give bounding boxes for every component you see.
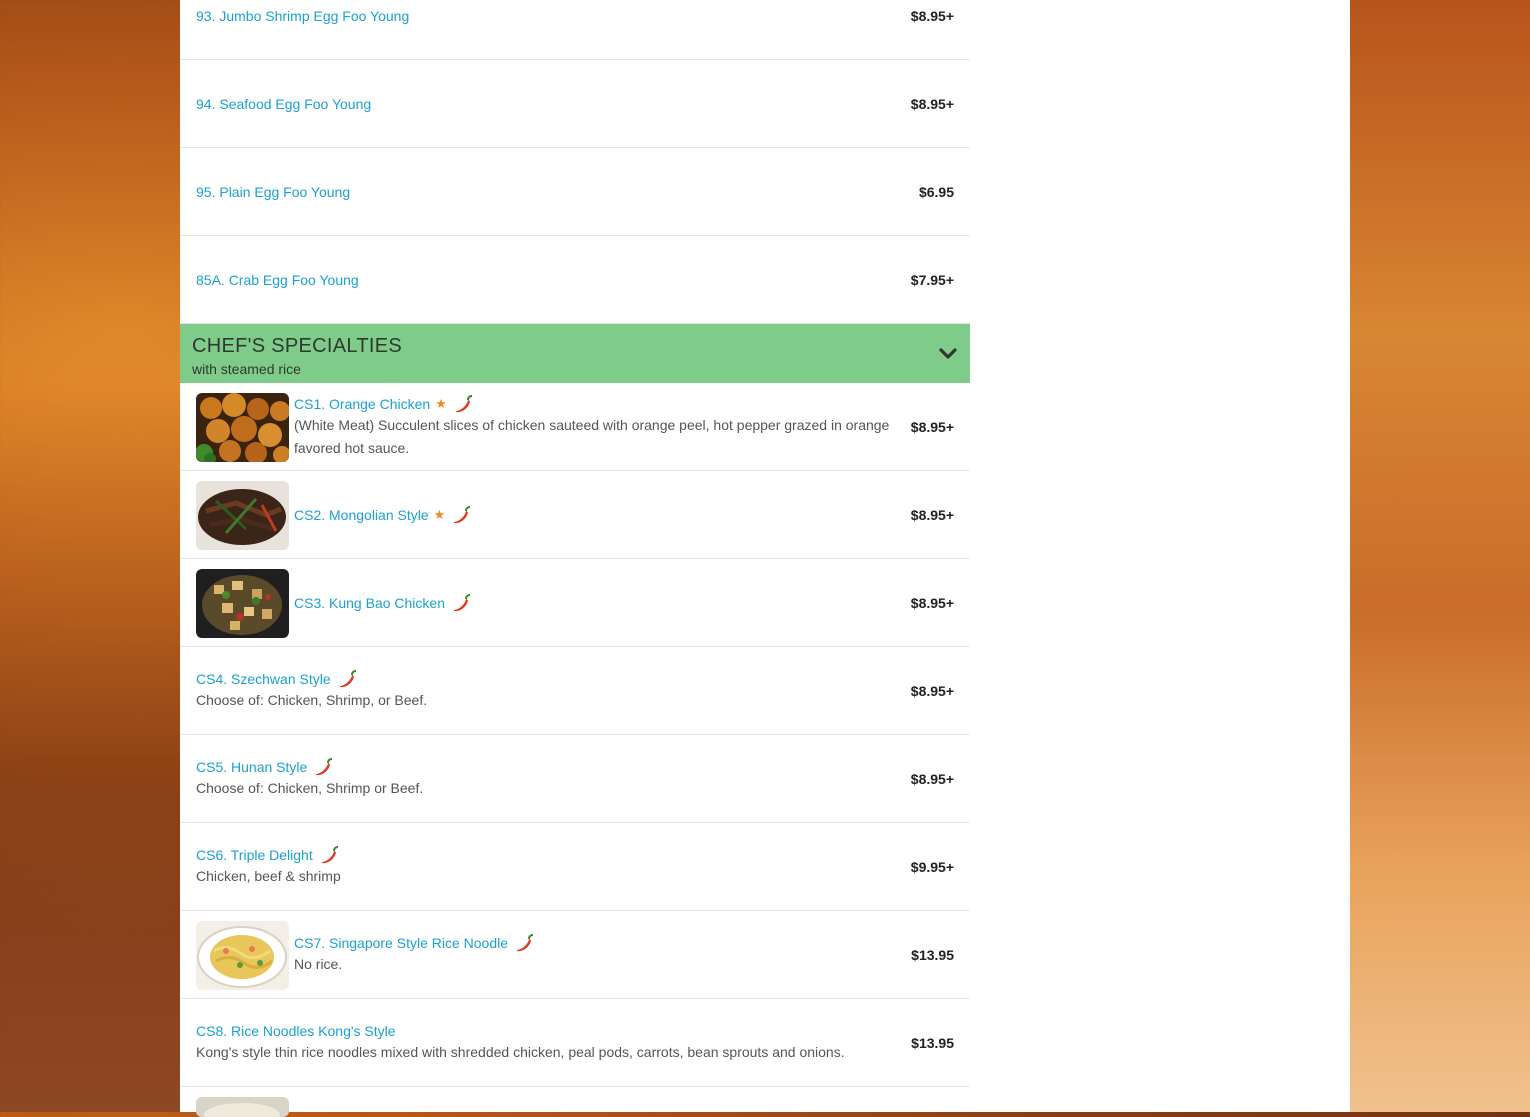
chili-pepper-icon	[455, 394, 472, 412]
popular-star-icon: ★	[435, 395, 447, 411]
item-description: (White Meat) Succulent slices of chicken…	[294, 416, 890, 456]
background-left	[0, 0, 180, 1112]
section-header-chefs-specialties[interactable]: CHEF'S SPECIALTIES with steamed rice	[180, 324, 970, 383]
page-content: 93. Jumbo Shrimp Egg Foo Young $8.95+ 94…	[180, 0, 1350, 1117]
item-name: CS1. Orange Chicken ★	[294, 394, 900, 414]
item-name: CS6. Triple Delight	[196, 845, 900, 865]
dish-photo[interactable]	[196, 1097, 289, 1117]
menu-item[interactable]: CS4. Szechwan Style Choose of: Chicken, …	[180, 647, 970, 735]
item-price: $13.95	[911, 946, 954, 963]
menu-item[interactable]: CS1. Orange Chicken ★ (White Meat) Succu…	[180, 383, 970, 471]
item-price: $8.95+	[910, 682, 954, 699]
chili-pepper-icon	[316, 758, 333, 776]
item-name-text: CS5. Hunan Style	[196, 759, 308, 775]
background-right	[1350, 0, 1530, 1112]
chili-pepper-icon	[321, 846, 338, 864]
item-name-text: CS6. Triple Delight	[196, 847, 313, 863]
menu-item[interactable]: CS3. Kung Bao Chicken $8.95+	[180, 559, 970, 647]
item-price: $8.95+	[910, 770, 954, 787]
chili-pepper-icon	[517, 934, 534, 952]
item-name: CS3. Kung Bao Chicken	[294, 593, 900, 613]
item-price: $13.95	[911, 1034, 954, 1051]
item-price: $8.95+	[910, 506, 954, 523]
item-description: Kong's style thin rice noodles mixed wit…	[196, 1044, 845, 1060]
chili-pepper-icon	[339, 670, 356, 688]
menu-item[interactable]	[180, 1087, 970, 1117]
popular-star-icon: ★	[433, 506, 446, 522]
item-name: CS8. Rice Noodles Kong's Style	[196, 1021, 900, 1041]
item-price: $8.95+	[910, 594, 954, 611]
section-subtitle: with steamed rice	[192, 361, 301, 377]
kung-bao-photo[interactable]	[196, 569, 289, 638]
chevron-down-icon[interactable]	[938, 344, 958, 364]
item-name-text: CS1. Orange Chicken	[294, 395, 431, 412]
chili-pepper-icon	[453, 593, 471, 611]
singapore-noodle-photo[interactable]	[196, 921, 289, 990]
item-name: 94. Seafood Egg Foo Young	[196, 95, 372, 112]
item-price: $9.95+	[910, 858, 954, 875]
menu-item[interactable]: CS8. Rice Noodles Kong's Style Kong's st…	[180, 999, 970, 1087]
menu-item[interactable]: CS6. Triple Delight Chicken, beef & shri…	[180, 823, 970, 911]
item-price: $7.95+	[910, 271, 954, 288]
menu-item[interactable]: 95. Plain Egg Foo Young $6.95	[180, 148, 970, 236]
item-description: Choose of: Chicken, Shrimp or Beef.	[196, 780, 424, 796]
menu-item[interactable]: 93. Jumbo Shrimp Egg Foo Young $8.95+	[180, 0, 970, 60]
item-name-text: CS8. Rice Noodles Kong's Style	[196, 1023, 396, 1039]
item-price: $8.95+	[910, 95, 954, 112]
item-price: $8.95+	[910, 7, 954, 24]
menu-item[interactable]: 94. Seafood Egg Foo Young $8.95+	[180, 60, 970, 148]
item-description: Chicken, beef & shrimp	[196, 868, 341, 884]
item-name: 95. Plain Egg Foo Young	[196, 183, 351, 200]
menu-item[interactable]: CS7. Singapore Style Rice Noodle No rice…	[180, 911, 970, 999]
section-title: CHEF'S SPECIALTIES	[192, 335, 403, 357]
menu-item[interactable]: 85A. Crab Egg Foo Young $7.95+	[180, 236, 970, 324]
item-name: CS4. Szechwan Style	[196, 669, 900, 689]
item-name: CS7. Singapore Style Rice Noodle	[294, 933, 900, 953]
item-name-text: CS2. Mongolian Style	[294, 506, 429, 523]
item-name-text: CS3. Kung Bao Chicken	[294, 594, 445, 611]
chili-pepper-icon	[454, 505, 471, 523]
orange-chicken-photo[interactable]	[196, 393, 289, 462]
item-price: $6.95	[918, 183, 954, 200]
item-price: $8.95+	[910, 418, 954, 435]
item-name: CS5. Hunan Style	[196, 757, 900, 777]
item-name-text: CS7. Singapore Style Rice Noodle	[294, 935, 509, 951]
item-description: No rice.	[294, 956, 343, 972]
item-name: CS2. Mongolian Style ★	[294, 505, 900, 525]
menu-item[interactable]: CS2. Mongolian Style ★ $8.95+	[180, 471, 970, 559]
item-name: 93. Jumbo Shrimp Egg Foo Young	[196, 7, 410, 24]
menu-item[interactable]: CS5. Hunan Style Choose of: Chicken, Shr…	[180, 735, 970, 823]
mongolian-photo[interactable]	[196, 481, 289, 550]
item-description: Choose of: Chicken, Shrimp, or Beef.	[196, 692, 428, 708]
menu-list: 93. Jumbo Shrimp Egg Foo Young $8.95+ 94…	[180, 0, 970, 1117]
item-name: 85A. Crab Egg Foo Young	[196, 271, 359, 288]
item-name-text: CS4. Szechwan Style	[196, 671, 331, 687]
